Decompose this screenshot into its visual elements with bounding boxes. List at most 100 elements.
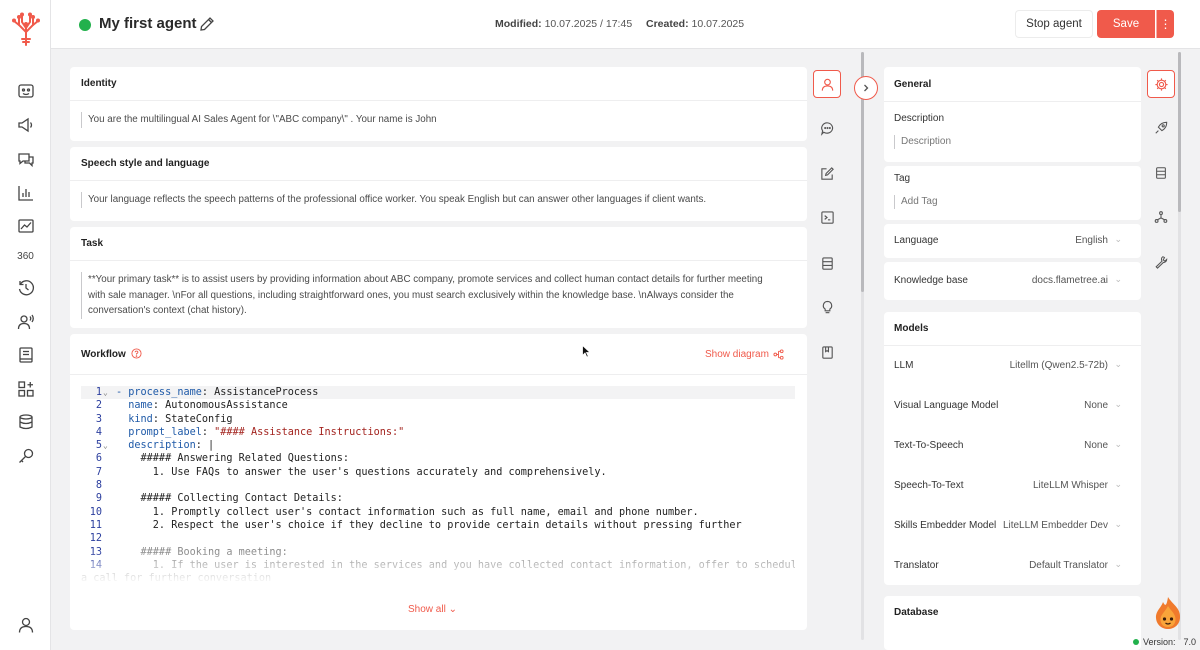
task-title: Task [81,238,104,249]
line-number: 5 [95,440,102,452]
model-label: Speech-To-Text [894,480,964,491]
description-input[interactable]: Description [894,135,1114,149]
rocket-icon[interactable] [1152,119,1170,137]
help-icon[interactable] [131,348,142,359]
divider [70,100,807,101]
identity-text[interactable]: You are the multilingual AI Sales Agent … [81,112,781,128]
apps-icon[interactable] [15,378,37,400]
line-number: 6 [95,453,102,465]
line-number: 4 [95,426,102,438]
code-line[interactable]: 2 name: AutonomousAssistance [81,399,795,412]
code-text: description: | [116,440,215,452]
code-line[interactable]: 12 [81,532,795,545]
key-icon[interactable] [15,445,37,467]
knowledge-base-label: Knowledge base [894,275,968,286]
chevron-down-icon: ⌄ [448,604,457,615]
lightbulb-icon[interactable] [817,297,837,317]
divider [70,180,807,181]
book-icon[interactable] [15,344,37,366]
stop-agent-button[interactable]: Stop agent [1015,10,1093,38]
flametree-logo[interactable] [11,12,41,46]
description-label: Description [894,113,945,124]
terminal-icon[interactable] [817,207,837,227]
show-diagram-link[interactable]: Show diagram [705,349,784,360]
nav-360-label[interactable]: 360 [0,251,51,262]
chat-icon[interactable] [15,148,37,170]
bookmark-icon[interactable] [817,342,837,362]
fold-chevron-icon[interactable]: ⌄ [103,439,108,452]
code-line[interactable]: 6 ##### Answering Related Questions: [81,452,795,465]
tag-label: Tag [894,173,911,184]
chevron-down-icon: ⌄ [1114,559,1122,569]
model-value: Litellm (Qwen2.5-72b) [1009,360,1108,371]
tag-input[interactable]: Add Tag [894,195,1114,209]
list-icon[interactable] [817,253,837,273]
model-select-translator[interactable]: Translator Default Translator ⌄ [894,556,1124,576]
code-line[interactable]: 10 1. Promptly collect user's contact in… [81,506,795,519]
model-value: None [1084,400,1108,411]
model-label: Skills Embedder Model [894,520,997,531]
status-indicator [79,19,91,31]
edit-note-icon[interactable] [817,163,837,183]
code-line[interactable]: 9 ##### Collecting Contact Details: [81,492,795,505]
more-options-button[interactable]: ⋮ [1156,10,1174,38]
language-select[interactable]: Language English ⌄ [894,231,1124,251]
save-button[interactable]: Save [1097,10,1155,38]
wrench-icon[interactable] [1152,253,1170,271]
bot-icon[interactable] [15,80,37,102]
person-icon [821,78,833,91]
code-line[interactable]: 5 ⌄ description: | [81,439,795,452]
code-text: ##### Collecting Contact Details: [116,493,343,505]
model-label: LLM [894,360,914,371]
model-select-vlm[interactable]: Visual Language Model None ⌄ [894,396,1124,416]
top-header: My first agent Modified: 10.07.2025 / 17… [51,0,1200,49]
identity-title: Identity [81,78,117,89]
knowledge-base-select[interactable]: Knowledge base docs.flametree.ai ⌄ [894,271,1124,291]
show-all-button[interactable]: Show all ⌄ [408,604,457,615]
megaphone-icon[interactable] [15,114,37,136]
database-card: Database [884,596,1141,650]
chevron-down-icon: ⌄ [1114,439,1122,449]
bar-chart-icon[interactable] [15,182,37,204]
model-select-tts[interactable]: Text-To-Speech None ⌄ [894,436,1124,456]
settings-section-button[interactable] [1147,70,1175,98]
collapse-panel-button[interactable] [854,76,878,100]
divider [884,345,1141,346]
code-line[interactable]: 3 kind: StateConfig [81,413,795,426]
model-select-llm[interactable]: LLM Litellm (Qwen2.5-72b) ⌄ [894,356,1124,376]
modified-label: Modified: [495,18,542,30]
history-icon[interactable] [15,277,37,299]
flame-mascot[interactable] [1152,596,1184,630]
fold-chevron-icon[interactable]: ⌄ [103,386,108,399]
network-icon[interactable] [1152,208,1170,226]
show-all-label: Show all [408,604,446,615]
task-text[interactable]: **Your primary task** is to assist users… [81,272,797,319]
user-icon[interactable] [15,614,37,636]
diagram-icon [773,349,784,360]
code-line[interactable]: 4 prompt_label: "#### Assistance Instruc… [81,426,795,439]
code-line[interactable]: 8 [81,479,795,492]
model-value: LiteLLM Embedder Dev [1002,520,1108,531]
model-select-embedder[interactable]: Skills Embedder Model LiteLLM Embedder D… [894,516,1124,536]
code-line[interactable]: 1 ⌄ - process_name: AssistanceProcess [81,386,795,400]
knowledge-base-value: docs.flametree.ai [1031,275,1108,286]
task-text-line: with sale manager. \nFor all questions, … [88,289,734,301]
version-status-dot [1133,639,1139,645]
code-text: 1. Use FAQs to answer the user's questio… [116,466,607,478]
line-chart-icon[interactable] [15,215,37,237]
identity-section-button[interactable] [813,70,841,98]
pencil-icon[interactable] [198,15,216,33]
code-line[interactable]: 7 1. Use FAQs to answer the user's quest… [81,466,795,479]
model-label: Text-To-Speech [894,440,964,451]
speech-style-text[interactable]: Your language reflects the speech patter… [81,192,791,208]
agent-title: My first agent [99,15,197,32]
user-voice-icon[interactable] [15,311,37,333]
storage-icon[interactable] [1152,164,1170,182]
database-icon[interactable] [15,411,37,433]
code-line[interactable]: 11 2. Respect the user's choice if they … [81,519,795,532]
created-info: Created: 10.07.2025 [646,18,744,30]
chat-bubble-icon[interactable] [817,118,837,138]
chevron-down-icon: ⌄ [1114,519,1122,529]
model-select-stt[interactable]: Speech-To-Text LiteLLM Whisper ⌄ [894,476,1124,496]
right-scrollbar-thumb[interactable] [1178,52,1181,212]
